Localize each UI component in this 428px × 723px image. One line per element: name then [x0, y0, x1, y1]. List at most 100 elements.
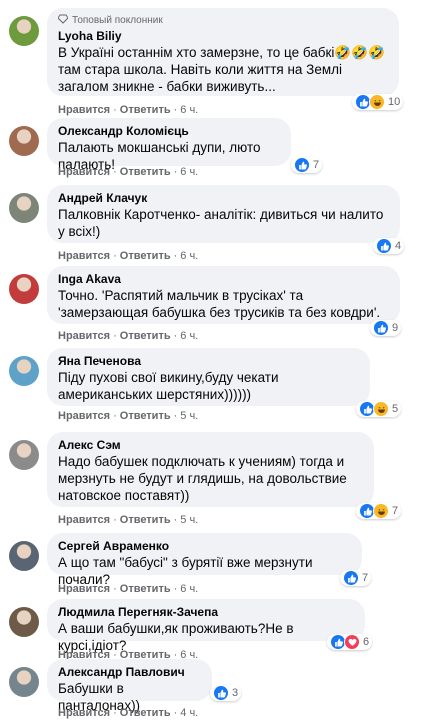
- reaction-count: 6: [363, 636, 370, 648]
- separator: ·: [113, 104, 117, 116]
- reaction-summary[interactable]: 10: [352, 94, 404, 110]
- like-icon: [343, 570, 359, 586]
- comment-bubble: Андрей Клачук Палковнік Каротченко- аналі…: [47, 185, 400, 243]
- comment-timestamp[interactable]: 6 ч.: [180, 104, 198, 116]
- reaction-summary[interactable]: 6: [327, 634, 373, 650]
- comment-bubble: Топовый поклонник Lyoha Biliy В Україні ос…: [47, 8, 399, 96]
- separator: ·: [173, 166, 178, 178]
- separator: ·: [173, 104, 178, 116]
- comment-actions: Нравится · Ответить · 6 ч.: [58, 583, 198, 595]
- reaction-summary[interactable]: 7: [340, 570, 372, 586]
- comment-author[interactable]: Сергей Авраменко: [58, 539, 351, 554]
- comment-author[interactable]: Александр Павлович: [58, 665, 201, 680]
- comment-author[interactable]: Андрей Клачук: [58, 191, 389, 206]
- reply-link[interactable]: Ответить: [120, 166, 171, 178]
- separator: ·: [113, 410, 117, 422]
- comment-actions: Нравится · Ответить · 6 ч.: [58, 250, 198, 262]
- separator: ·: [113, 514, 117, 526]
- like-link[interactable]: Нравится: [58, 166, 110, 178]
- badge-label: Топовый поклонник: [72, 15, 163, 26]
- avatar[interactable]: [9, 126, 39, 156]
- reaction-count: 4: [395, 240, 402, 252]
- comment-timestamp[interactable]: 6 ч.: [180, 583, 198, 595]
- separator: ·: [113, 330, 117, 342]
- comment-author[interactable]: Яна Печенова: [58, 354, 359, 369]
- avatar[interactable]: [9, 541, 39, 571]
- reaction-count: 9: [392, 322, 399, 334]
- reaction-count: 7: [313, 159, 320, 171]
- reaction-count: 3: [232, 687, 239, 699]
- reply-link[interactable]: Ответить: [120, 514, 171, 526]
- comment-bubble: Сергей Авраменко А що там "бабусі" з буря…: [47, 533, 362, 587]
- separator: ·: [113, 583, 117, 595]
- separator: ·: [173, 583, 178, 595]
- like-link[interactable]: Нравится: [58, 707, 110, 719]
- comment-text: Палковнік Каротченко- аналітік: дивиться…: [58, 207, 388, 239]
- separator: ·: [113, 707, 117, 719]
- comment-timestamp[interactable]: 5 ч.: [180, 514, 198, 526]
- reply-link[interactable]: Ответить: [120, 583, 171, 595]
- reaction-summary[interactable]: 5: [356, 401, 402, 417]
- avatar[interactable]: [9, 667, 39, 697]
- comment-author[interactable]: Людмила Перегняк-Зачепа: [58, 605, 354, 620]
- separator: ·: [173, 330, 178, 342]
- top-fan-badge: Топовый поклонник: [57, 14, 388, 27]
- comment-actions: Нравится · Ответить · 4 ч.: [58, 707, 198, 719]
- reply-link[interactable]: Ответить: [120, 330, 171, 342]
- separator: ·: [173, 250, 178, 262]
- comment-author[interactable]: Алекс Сэм: [58, 438, 363, 453]
- like-link[interactable]: Нравится: [58, 410, 110, 422]
- comment-actions: Нравится · Ответить · 6 ч.: [58, 166, 198, 178]
- reaction-count: 10: [388, 96, 401, 108]
- reaction-count: 7: [362, 572, 369, 584]
- reply-link[interactable]: Ответить: [120, 707, 171, 719]
- reaction-summary[interactable]: 7: [291, 157, 323, 173]
- reaction-summary[interactable]: 3: [210, 685, 242, 701]
- separator: ·: [113, 166, 117, 178]
- like-link[interactable]: Нравится: [58, 583, 110, 595]
- reaction-count: 7: [392, 505, 399, 517]
- comment-author[interactable]: Inga Akava: [58, 272, 389, 287]
- comment-timestamp[interactable]: 6 ч.: [180, 330, 198, 342]
- comment-timestamp[interactable]: 5 ч.: [180, 410, 198, 422]
- comment-actions: Нравится · Ответить · 6 ч.: [58, 330, 198, 342]
- avatar[interactable]: [9, 356, 39, 386]
- reply-link[interactable]: Ответить: [120, 250, 171, 262]
- reaction-summary[interactable]: 4: [373, 238, 405, 254]
- comment-bubble: Inga Akava Точно. 'Распятий мальчик в тру…: [47, 266, 400, 324]
- reaction-count: 5: [392, 403, 399, 415]
- comment-text: В Україні останнім хто замерзне, то це б…: [58, 45, 389, 94]
- comment-bubble: Алекс Сэм Надо бабушек подключать к учени…: [47, 432, 374, 507]
- avatar[interactable]: [9, 440, 39, 470]
- haha-icon: [373, 401, 389, 417]
- separator: ·: [173, 707, 178, 719]
- reply-link[interactable]: Ответить: [120, 410, 171, 422]
- separator: ·: [173, 410, 178, 422]
- comment-timestamp[interactable]: 4 ч.: [180, 707, 198, 719]
- comment-timestamp[interactable]: 6 ч.: [180, 250, 198, 262]
- avatar[interactable]: [9, 274, 39, 304]
- comment-author[interactable]: Lyoha Biliy: [58, 29, 388, 44]
- haha-icon: [373, 503, 389, 519]
- love-icon: [344, 634, 360, 650]
- separator: ·: [113, 250, 117, 262]
- comment-bubble: Яна Печенова Піду пухові свої викину,буду…: [47, 348, 370, 406]
- comment-text: Точно. 'Распятий мальчик в трусіках' та …: [58, 288, 381, 320]
- avatar[interactable]: [9, 607, 39, 637]
- comment-actions: Нравится · Ответить · 6 ч.: [58, 104, 198, 116]
- avatar[interactable]: [9, 16, 39, 46]
- comment-actions: Нравится · Ответить · 5 ч.: [58, 410, 198, 422]
- reaction-summary[interactable]: 9: [370, 320, 402, 336]
- like-link[interactable]: Нравится: [58, 250, 110, 262]
- comment-text: Піду пухові свої викину,буду чекати амер…: [58, 370, 283, 402]
- comment-author[interactable]: Олександр Коломієць: [58, 124, 280, 139]
- comment-bubble: Людмила Перегняк-Зачепа А ваши бабушки,як…: [47, 599, 365, 653]
- like-link[interactable]: Нравится: [58, 330, 110, 342]
- reaction-summary[interactable]: 7: [356, 503, 402, 519]
- avatar[interactable]: [9, 193, 39, 223]
- like-link[interactable]: Нравится: [58, 104, 110, 116]
- comment-timestamp[interactable]: 6 ч.: [180, 166, 198, 178]
- reply-link[interactable]: Ответить: [120, 104, 171, 116]
- like-link[interactable]: Нравится: [58, 514, 110, 526]
- comment-actions: Нравится · Ответить · 5 ч.: [58, 514, 198, 526]
